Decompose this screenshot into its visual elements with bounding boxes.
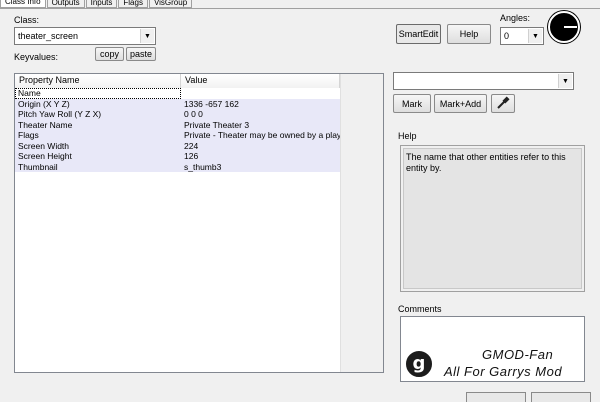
eyedropper-button[interactable] bbox=[491, 94, 515, 113]
property-name: Name bbox=[15, 88, 181, 99]
paste-button[interactable]: paste bbox=[126, 47, 156, 61]
bottom-button[interactable] bbox=[531, 392, 591, 402]
mark-button[interactable]: Mark bbox=[393, 94, 431, 113]
table-row[interactable]: Screen Height 126 bbox=[15, 151, 383, 162]
property-value: 0 0 0 bbox=[181, 109, 340, 120]
property-name: Screen Width bbox=[15, 140, 181, 151]
angles-select[interactable]: 0 ▼ bbox=[500, 27, 544, 45]
angle-dial-needle bbox=[564, 26, 577, 28]
property-value: Private Theater 3 bbox=[181, 119, 340, 130]
bottom-button[interactable] bbox=[466, 392, 526, 402]
property-name: Thumbnail bbox=[15, 161, 181, 172]
property-value: 126 bbox=[181, 151, 340, 162]
table-row[interactable]: Theater Name Private Theater 3 bbox=[15, 119, 383, 130]
table-row[interactable]: Name bbox=[15, 88, 383, 99]
grid-header: Property Name Value bbox=[15, 74, 383, 88]
property-name: Screen Height bbox=[15, 151, 181, 162]
table-row[interactable]: Thumbnail s_thumb3 bbox=[15, 161, 383, 172]
table-row[interactable]: Screen Width 224 bbox=[15, 140, 383, 151]
property-name: Theater Name bbox=[15, 119, 181, 130]
angles-label: Angles: bbox=[500, 13, 531, 23]
value-select[interactable]: ▼ bbox=[393, 72, 574, 90]
help-section-label: Help bbox=[398, 131, 417, 141]
property-name: Flags bbox=[15, 130, 181, 141]
watermark-line2: All For Garrys Mod bbox=[444, 364, 563, 379]
class-label: Class: bbox=[14, 15, 40, 25]
class-select-value: theater_screen bbox=[18, 31, 79, 41]
comments-label: Comments bbox=[398, 304, 442, 314]
eyedropper-icon bbox=[496, 95, 510, 112]
watermark: g GMOD-Fan All For Garrys Mod bbox=[404, 344, 596, 384]
tab-flags[interactable]: Flags bbox=[118, 0, 148, 8]
table-row[interactable]: Pitch Yaw Roll (Y Z X) 0 0 0 bbox=[15, 109, 383, 120]
property-name: Pitch Yaw Roll (Y Z X) bbox=[15, 109, 181, 120]
keyvalues-grid[interactable]: Property Name Value Name Origin (X Y Z) … bbox=[14, 73, 384, 373]
table-row[interactable]: Origin (X Y Z) 1336 -657 162 bbox=[15, 98, 383, 109]
tab-strip: Class Info Outputs Inputs Flags VisGroup bbox=[0, 0, 193, 8]
tab-class-info[interactable]: Class Info bbox=[0, 0, 46, 8]
property-value bbox=[181, 88, 340, 99]
tab-inputs[interactable]: Inputs bbox=[85, 0, 118, 8]
chevron-down-icon[interactable]: ▼ bbox=[528, 29, 542, 43]
help-text: The name that other entities refer to th… bbox=[403, 148, 582, 289]
grid-scrollbar[interactable] bbox=[340, 74, 383, 372]
property-value: 1336 -657 162 bbox=[181, 98, 340, 109]
keyvalues-label: Keyvalues: bbox=[14, 52, 59, 62]
chevron-down-icon[interactable]: ▼ bbox=[140, 29, 154, 43]
property-value: 224 bbox=[181, 140, 340, 151]
table-row[interactable]: Flags Private - Theater may be owned by … bbox=[15, 130, 383, 141]
column-header-value[interactable]: Value bbox=[181, 74, 340, 88]
property-value: s_thumb3 bbox=[181, 161, 340, 172]
mark-add-button[interactable]: Mark+Add bbox=[434, 94, 487, 113]
tab-outputs[interactable]: Outputs bbox=[46, 0, 85, 8]
property-value: Private - Theater may be owned by a play bbox=[181, 130, 340, 141]
watermark-line1: GMOD-Fan bbox=[482, 347, 554, 362]
chevron-down-icon[interactable]: ▼ bbox=[558, 74, 572, 88]
help-button[interactable]: Help bbox=[447, 24, 491, 44]
copy-button[interactable]: copy bbox=[95, 47, 124, 61]
class-select[interactable]: theater_screen ▼ bbox=[14, 27, 156, 45]
help-box: The name that other entities refer to th… bbox=[400, 145, 585, 292]
property-name: Origin (X Y Z) bbox=[15, 98, 181, 109]
gmod-logo: g bbox=[404, 349, 434, 379]
angle-dial[interactable] bbox=[548, 11, 580, 43]
tab-visgroup[interactable]: VisGroup bbox=[148, 0, 193, 8]
smartedit-button[interactable]: SmartEdit bbox=[396, 24, 441, 44]
angles-select-value: 0 bbox=[504, 31, 510, 41]
column-header-property-name[interactable]: Property Name bbox=[15, 74, 181, 88]
